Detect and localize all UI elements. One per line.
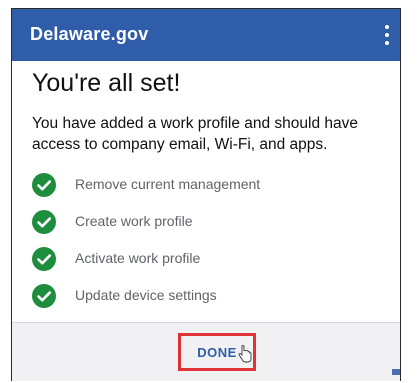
hand-cursor-icon [238,345,252,363]
step-item-remove-management: Remove current management [32,173,382,210]
check-circle-icon [32,173,56,197]
app-bar: Delaware.gov [12,9,400,61]
step-item-update-settings: Update device settings [32,284,382,321]
check-circle-icon [32,284,56,308]
check-circle-icon [32,210,56,234]
step-label: Create work profile [75,213,193,229]
steps-list: Remove current management Create work pr… [32,173,382,321]
step-item-create-profile: Create work profile [32,210,382,247]
step-label: Remove current management [75,176,261,192]
corner-decoration [392,369,400,375]
completion-description: You have added a work profile and should… [32,115,359,153]
setup-complete-screen: Delaware.gov You're all set! You have ad… [11,8,401,381]
check-circle-icon [32,247,56,271]
page-title: You're all set! [32,69,181,97]
footer-bar: DONE [12,322,400,381]
step-label: Activate work profile [75,250,201,266]
more-vertical-icon[interactable] [382,23,392,47]
step-label: Update device settings [75,287,217,303]
app-title: Delaware.gov [30,24,149,44]
step-item-activate-profile: Activate work profile [32,247,382,284]
